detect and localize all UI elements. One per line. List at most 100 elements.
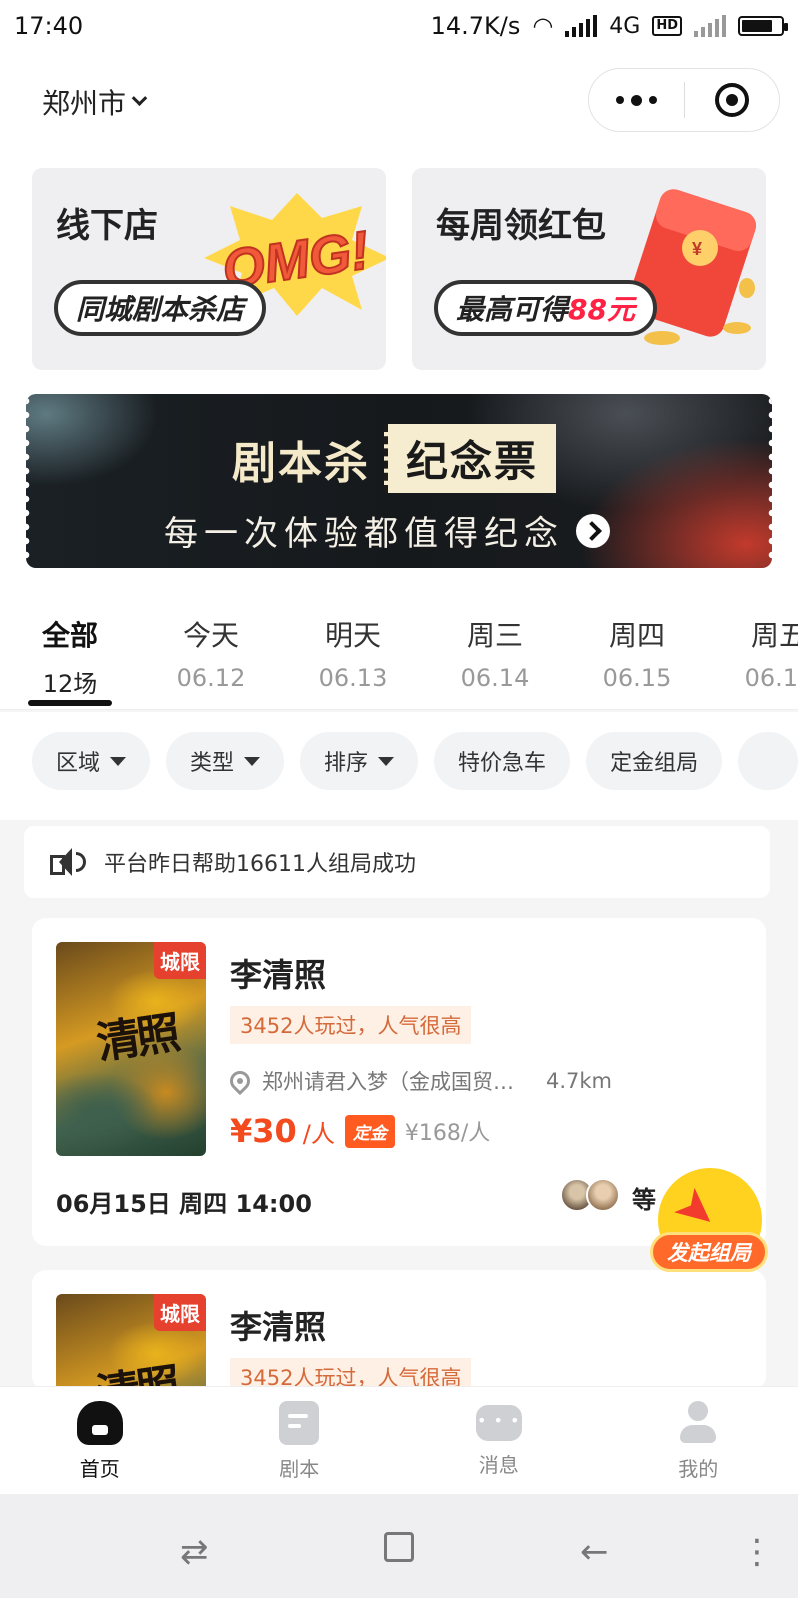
souvenir-ticket-banner[interactable]: 剧本杀 纪念票 每一次体验都值得纪念 [26,394,772,568]
date-tab-all[interactable]: 全部 12场 [0,600,140,709]
deposit-badge: 定金 [344,1114,395,1148]
filter-more[interactable] [738,732,798,790]
menu-icon[interactable]: ⋮ [740,1532,774,1572]
poster-title: 清照 [93,1007,180,1070]
switch-icon[interactable]: ⇄ [180,1532,209,1572]
wifi-icon: ◠ [532,12,554,40]
city-limited-badge: 城限 [154,942,206,979]
filter-label: 定金组局 [610,751,699,776]
close-miniprogram-icon[interactable] [685,83,780,117]
store-location: 郑州请君入梦（金成国贸… 4.7km [225,1066,710,1096]
notice-bar: 平台昨日帮助16611人组局成功 [24,826,770,898]
store-name: 郑州请君入梦（金成国贸… [262,1070,514,1094]
game-title: 李清照 [230,956,327,994]
date-tab-label: 明天 [324,619,381,652]
tab-script[interactable]: 剧本 [200,1387,400,1494]
network-type: 4G [609,13,641,39]
filter-label: 特价急车 [458,751,547,776]
signal-2-icon [694,15,726,37]
filter-bar: 区域 类型 排序 特价急车 定金组局 [0,712,798,820]
filter-deposit[interactable]: 定金组局 [586,732,723,790]
date-tab-label: 周三 [466,619,523,652]
chevron-down-icon [131,89,148,106]
svg-text:¥: ¥ [692,239,702,259]
date-tab-sub: 12场 [42,670,98,698]
fab-label: 发起组局 [650,1232,768,1272]
city-selector[interactable]: 郑州市 [42,82,148,122]
miniprogram-capsule [588,68,780,132]
filter-label: 区域 [56,751,101,776]
banner-subtitle-text: 每一次体验都值得纪念 [164,514,564,554]
promo-pill-amount: 88元 [568,293,635,326]
filter-region[interactable]: 区域 [32,732,151,790]
status-indicators: 14.7K/s ◠ 4G HD [430,12,788,40]
date-tab-label: 周五 [750,619,798,652]
date-tab-thu[interactable]: 周四 06.15 [566,600,708,709]
store-distance: 4.7km [546,1069,613,1093]
profile-icon [676,1401,720,1445]
start-group-button[interactable]: ➤ 发起组局 [650,1168,768,1280]
game-poster: 清照 城限 [56,1294,206,1390]
game-poster: 清照 城限 [56,942,206,1156]
battery-icon [738,16,788,36]
popularity-tag: 3452人玩过，人气很高 [230,1006,472,1044]
dropdown-arrow-icon [110,756,127,766]
promo-pill: 最高可得 88元 [434,280,657,336]
city-label: 郑州市 [42,87,127,120]
home-icon [76,1401,123,1445]
promo-weekly-redpacket[interactable]: ¥ 每周领红包 最高可得 88元 [412,168,766,370]
signal-icon [565,15,598,37]
back-arrow-icon[interactable]: ← [580,1532,609,1572]
session-time: 06月15日 周四 14:00 [56,1190,312,1218]
notice-text: 平台昨日帮助16611人组局成功 [104,852,416,877]
date-tab-sub: 06.14 [460,664,530,692]
tab-label: 我的 [678,1457,719,1481]
tab-home[interactable]: 首页 [0,1387,200,1494]
tab-profile[interactable]: 我的 [599,1387,798,1494]
tab-label: 消息 [478,1453,519,1477]
promo-title: 每周领红包 [436,206,606,246]
date-tab-today[interactable]: 今天 06.12 [140,600,282,709]
date-tab-wed[interactable]: 周三 06.14 [424,600,566,709]
date-tab-tomorrow[interactable]: 明天 06.13 [282,600,424,709]
banner-title-ticket: 纪念票 [384,424,557,493]
date-tabs: 全部 12场 今天 06.12 明天 06.13 周三 06.14 周四 06.… [0,600,798,710]
participant-avatars [560,1178,620,1212]
speaker-icon [50,846,86,878]
filter-discount[interactable]: 特价急车 [434,732,571,790]
tab-messages[interactable]: 消息 [399,1387,599,1494]
promo-pill: 同城剧本杀店 [54,280,267,336]
hd-badge: HD [652,16,682,36]
location-pin-icon [225,1066,255,1096]
banner-subtitle: 每一次体验都值得纪念 [164,506,610,555]
price: ¥30 [230,1112,297,1150]
home-square-icon[interactable] [384,1532,414,1562]
game-card[interactable]: 清照 城限 李清照 3452人玩过，人气很高 [32,1270,766,1390]
filter-type[interactable]: 类型 [166,732,285,790]
price-row: ¥30 /人 定金 ¥168/人 [230,1112,490,1150]
active-tab-indicator [28,700,112,706]
tab-label: 首页 [79,1457,120,1481]
ticket-perforation-left [26,394,30,568]
price-unit: /人 [302,1119,335,1148]
status-time: 17:40 [14,12,84,40]
filter-label: 类型 [190,751,235,776]
city-limited-badge: 城限 [154,1294,206,1331]
more-icon[interactable] [589,94,684,106]
network-speed: 14.7K/s [430,12,521,40]
promo-title: 线下店 [56,206,158,246]
arrow-right-icon [576,513,610,548]
banner-title-left: 剧本杀 [232,437,370,489]
filter-sort[interactable]: 排序 [300,732,419,790]
date-tab-sub: 06.15 [602,664,672,692]
filter-label: 排序 [324,751,369,776]
date-tab-label: 全部 [41,619,98,652]
system-nav-bar: ⇄ ← ⋮ [0,1494,798,1598]
ticket-perforation-right [768,394,772,568]
promo-offline-store[interactable]: OMG! 线下店 同城剧本杀店 [32,168,386,370]
date-tab-label: 周四 [608,619,665,652]
message-icon [475,1405,522,1441]
date-tab-sub: 06.16 [744,664,798,692]
date-tab-sub: 06.12 [176,664,246,692]
date-tab-fri[interactable]: 周五 06.16 [708,600,798,709]
